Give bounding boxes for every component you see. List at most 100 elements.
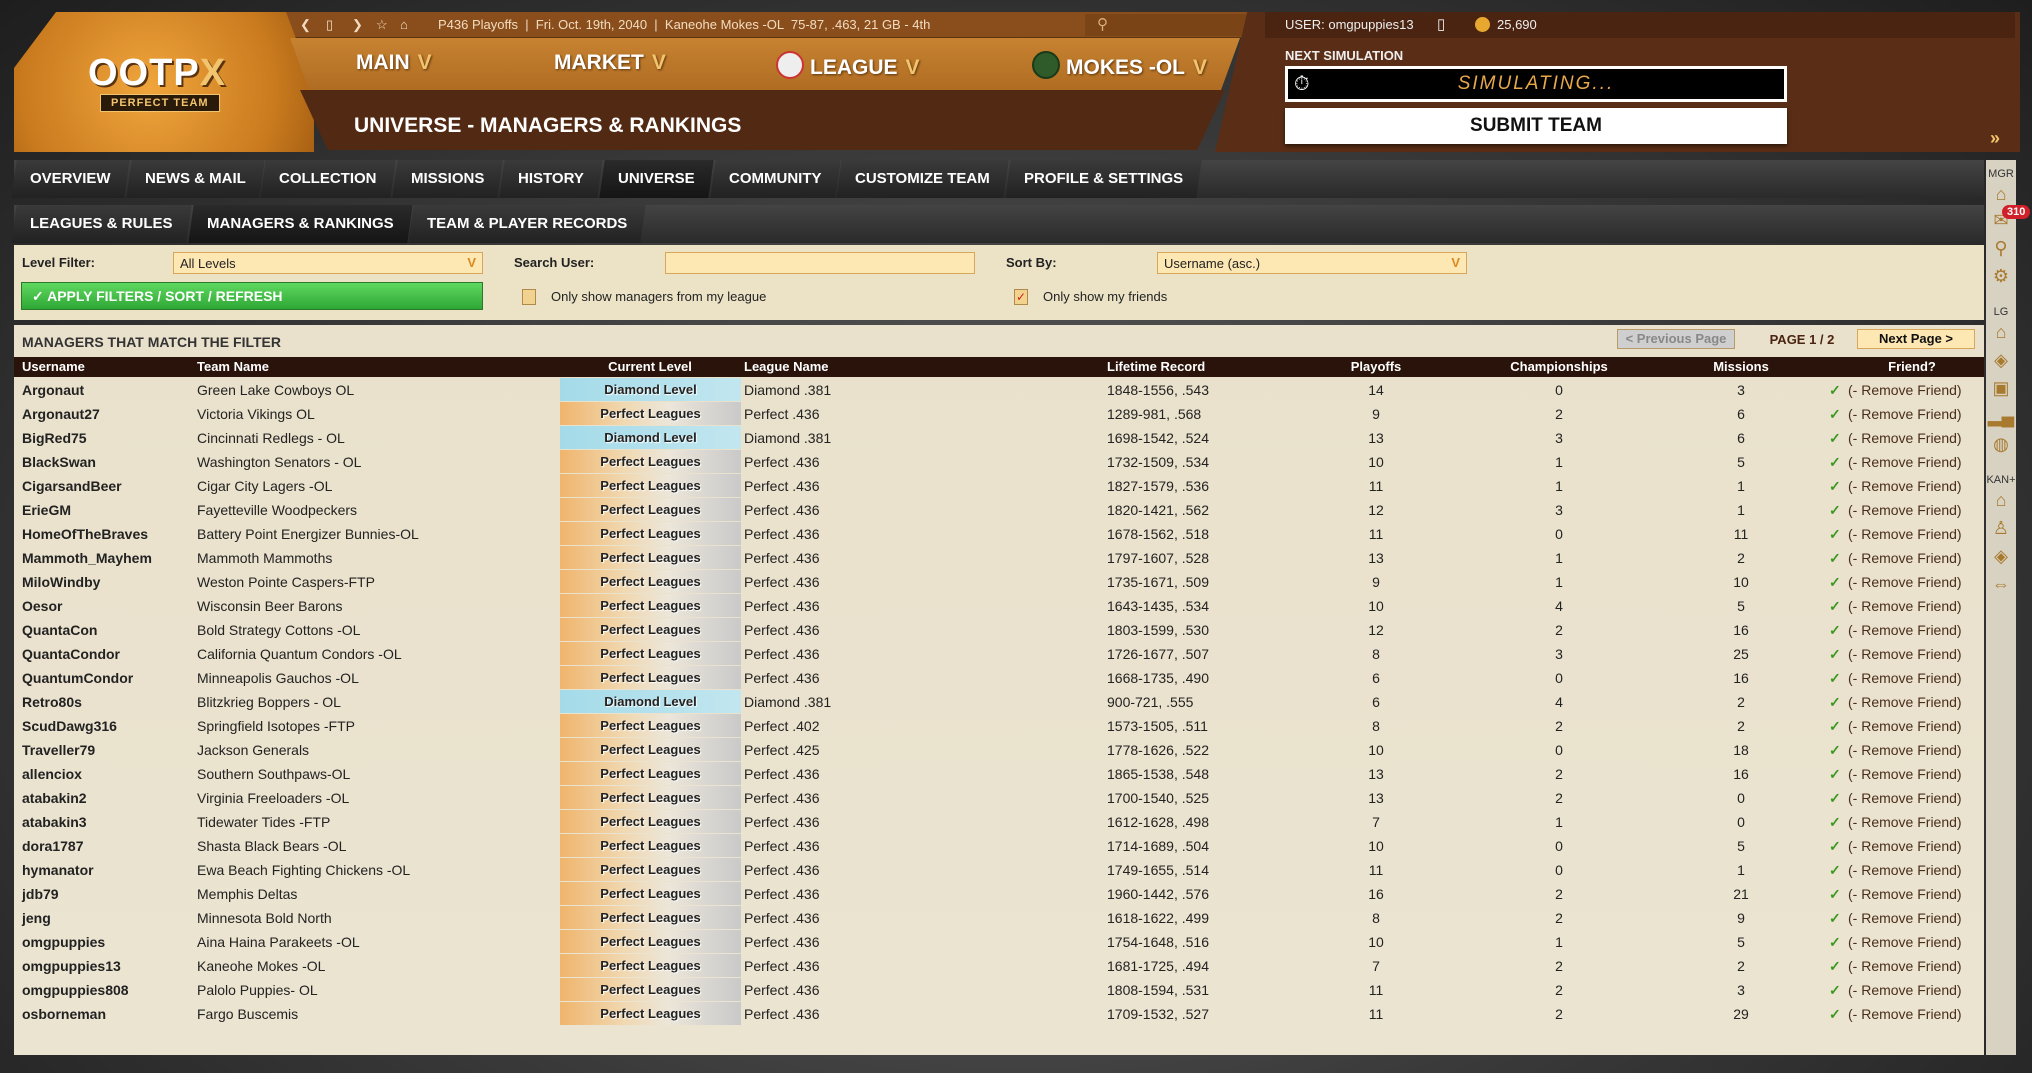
table-row[interactable]: allenciox Southern Southpaws-OL Perfect Le… (14, 762, 1984, 786)
table-row[interactable]: jdb79 Memphis Deltas Perfect Leagues Perfec… (14, 882, 1984, 906)
table-row[interactable]: atabakin2 Virginia Freeloaders -OL Perfect… (14, 786, 1984, 810)
logo[interactable]: OOTPX (88, 52, 226, 95)
remove-friend-link[interactable]: (- Remove Friend) (1848, 574, 1962, 590)
remove-friend-link[interactable]: (- Remove Friend) (1848, 598, 1962, 614)
player-icon[interactable]: ♙ (1986, 518, 2016, 539)
previous-page-button[interactable]: < Previous Page (1617, 329, 1735, 349)
table-row[interactable]: omgpuppies13 Kaneohe Mokes -OL Perfect Lea… (14, 954, 1984, 978)
table-row[interactable]: Argonaut Green Lake Cowboys OL Diamond Lev… (14, 378, 1984, 402)
col-playoffs[interactable]: Playoffs (1351, 359, 1402, 374)
table-row[interactable]: jeng Minnesota Bold North Perfect Leagues P… (14, 906, 1984, 930)
forward-icon[interactable]: ❯ (352, 17, 363, 33)
device-icon[interactable]: ▯ (1437, 15, 1445, 33)
col-championships[interactable]: Championships (1510, 359, 1608, 374)
tab-customize-team[interactable]: CUSTOMIZE TEAM (836, 160, 1009, 198)
menu-league[interactable]: LEAGUE V (776, 51, 920, 80)
table-row[interactable]: BigRed75 Cincinnati Redlegs - OL Diamond L… (14, 426, 1984, 450)
trade-icon[interactable]: ⇔ (1986, 574, 2016, 595)
tab-history[interactable]: HISTORY (499, 160, 603, 198)
table-row[interactable]: CigarsandBeer Cigar City Lagers -OL Perfec… (14, 474, 1984, 498)
menu-market[interactable]: MARKET V (554, 51, 666, 75)
table-row[interactable]: Oesor Wisconsin Beer Barons Perfect League… (14, 594, 1984, 618)
global-search[interactable]: ⚲ (1085, 14, 1265, 36)
menu-team[interactable]: MOKES -OL V (1032, 51, 1207, 80)
col-friend[interactable]: Friend? (1888, 359, 1936, 374)
subtab-leagues-rules[interactable]: LEAGUES & RULES (11, 205, 192, 243)
remove-friend-link[interactable]: (- Remove Friend) (1848, 382, 1962, 398)
table-row[interactable]: QuantumCondor Minneapolis Gauchos -OL Perf… (14, 666, 1984, 690)
remove-friend-link[interactable]: (- Remove Friend) (1848, 718, 1962, 734)
remove-friend-link[interactable]: (- Remove Friend) (1848, 646, 1962, 662)
remove-friend-link[interactable]: (- Remove Friend) (1848, 766, 1962, 782)
next-page-button[interactable]: Next Page > (1857, 329, 1975, 349)
col-missions[interactable]: Missions (1713, 359, 1769, 374)
table-row[interactable]: dora1787 Shasta Black Bears -OL Perfect Le… (14, 834, 1984, 858)
only-friends-label[interactable]: Only show my friends (1043, 289, 1167, 304)
table-row[interactable]: hymanator Ewa Beach Fighting Chickens -OL… (14, 858, 1984, 882)
apply-filters-button[interactable]: ✓ APPLY FILTERS / SORT / REFRESH (21, 282, 483, 310)
remove-friend-link[interactable]: (- Remove Friend) (1848, 814, 1962, 830)
tab-news-mail[interactable]: NEWS & MAIL (125, 160, 265, 198)
menu-main[interactable]: MAIN V (356, 51, 432, 75)
search-icon[interactable]: ⚲ (1097, 15, 1108, 33)
device-icon[interactable]: ▯ (326, 17, 333, 33)
home-icon[interactable]: ⌂ (400, 17, 408, 32)
table-row[interactable]: Retro80s Blitzkrieg Boppers - OL Diamond L… (14, 690, 1984, 714)
tab-missions[interactable]: MISSIONS (392, 160, 503, 198)
star-icon[interactable]: ☆ (376, 17, 388, 33)
remove-friend-link[interactable]: (- Remove Friend) (1848, 550, 1962, 566)
remove-friend-link[interactable]: (- Remove Friend) (1848, 910, 1962, 926)
table-row[interactable]: QuantaCon Bold Strategy Cottons -OL Perfec… (14, 618, 1984, 642)
remove-friend-link[interactable]: (- Remove Friend) (1848, 430, 1962, 446)
remove-friend-link[interactable]: (- Remove Friend) (1848, 1006, 1962, 1022)
table-row[interactable]: ErieGM Fayetteville Woodpeckers Perfect Le… (14, 498, 1984, 522)
tab-overview[interactable]: OVERVIEW (11, 160, 130, 198)
baseball-icon[interactable]: ◍ (1986, 434, 2016, 455)
table-row[interactable]: QuantaCondor California Quantum Condors -… (14, 642, 1984, 666)
table-row[interactable]: atabakin3 Tidewater Tides -FTP Perfect Lea… (14, 810, 1984, 834)
stats-icon[interactable]: ▂▄ (1986, 406, 2016, 427)
table-row[interactable]: Mammoth_Mayhem Mammoth Mammoths Perfect Le… (14, 546, 1984, 570)
remove-friend-link[interactable]: (- Remove Friend) (1848, 886, 1962, 902)
table-row[interactable]: osborneman Fargo Buscemis Perfect Leagues P… (14, 1002, 1984, 1026)
home-icon[interactable]: ⌂ (1986, 184, 2016, 205)
home-icon[interactable]: ⌂ (1986, 322, 2016, 343)
remove-friend-link[interactable]: (- Remove Friend) (1848, 862, 1962, 878)
table-row[interactable]: omgpuppies808 Palolo Puppies- OL Perfect L… (14, 978, 1984, 1002)
tab-collection[interactable]: COLLECTION (260, 160, 396, 198)
remove-friend-link[interactable]: (- Remove Friend) (1848, 670, 1962, 686)
diamond-icon[interactable]: ◈ (1986, 350, 2016, 371)
remove-friend-link[interactable]: (- Remove Friend) (1848, 454, 1962, 470)
remove-friend-link[interactable]: (- Remove Friend) (1848, 790, 1962, 806)
back-icon[interactable]: ❮ (300, 17, 311, 33)
home-icon[interactable]: ⌂ (1986, 490, 2016, 511)
submit-team-button[interactable]: SUBMIT TEAM (1285, 108, 1787, 144)
sort-by-select[interactable]: Username (asc.) V (1157, 252, 1467, 274)
remove-friend-link[interactable]: (- Remove Friend) (1848, 526, 1962, 542)
remove-friend-link[interactable]: (- Remove Friend) (1848, 958, 1962, 974)
search-icon[interactable]: ⚲ (1986, 238, 2016, 259)
col-current-level[interactable]: Current Level (608, 359, 692, 374)
remove-friend-link[interactable]: (- Remove Friend) (1848, 742, 1962, 758)
table-row[interactable]: ScudDawg316 Springfield Isotopes -FTP Perf… (14, 714, 1984, 738)
gear-icon[interactable]: ⚙ (1986, 266, 2016, 287)
only-league-label[interactable]: Only show managers from my league (551, 289, 766, 304)
only-friends-checkbox[interactable]: ✓ (1014, 289, 1028, 305)
col-league-name[interactable]: League Name (744, 359, 829, 374)
remove-friend-link[interactable]: (- Remove Friend) (1848, 982, 1962, 998)
subtab-team-player-records[interactable]: TEAM & PLAYER RECORDS (408, 205, 647, 243)
only-league-checkbox[interactable] (522, 289, 536, 305)
remove-friend-link[interactable]: (- Remove Friend) (1848, 934, 1962, 950)
tab-universe[interactable]: UNIVERSE (599, 160, 714, 198)
expand-icon[interactable]: » (1990, 128, 2000, 149)
col-username[interactable]: Username (22, 359, 85, 374)
table-row[interactable]: omgpuppies Aina Haina Parakeets -OL Perfec… (14, 930, 1984, 954)
remove-friend-link[interactable]: (- Remove Friend) (1848, 406, 1962, 422)
search-user-input[interactable] (665, 252, 975, 274)
col-lifetime-record[interactable]: Lifetime Record (1107, 359, 1205, 374)
standings-icon[interactable]: ▣ (1986, 378, 2016, 399)
table-row[interactable]: Traveller79 Jackson Generals Perfect Leagu… (14, 738, 1984, 762)
table-row[interactable]: Argonaut27 Victoria Vikings OL Perfect Lea… (14, 402, 1984, 426)
subtab-managers-rankings[interactable]: MANAGERS & RANKINGS (187, 205, 412, 243)
tab-profile-settings[interactable]: PROFILE & SETTINGS (1005, 160, 1202, 198)
